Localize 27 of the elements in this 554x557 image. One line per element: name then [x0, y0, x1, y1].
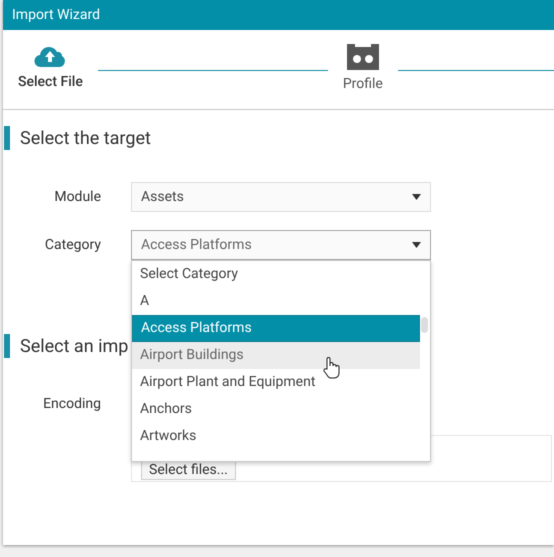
- section-heading: Select an imp: [20, 334, 128, 358]
- select-value: Access Platforms: [141, 236, 252, 254]
- caret-icon: [412, 194, 421, 200]
- select-value: Assets: [141, 188, 184, 206]
- section-heading: Select the target: [20, 126, 151, 150]
- dropdown-option[interactable]: Airport Plant and Equipment: [132, 369, 420, 396]
- window-title: Import Wizard: [12, 6, 100, 24]
- field-label: Category: [44, 236, 101, 254]
- scrollbar-thumb: [421, 317, 428, 333]
- caret-icon: [412, 242, 421, 248]
- cloud-upload-icon: [34, 44, 66, 68]
- dropdown-option[interactable]: Artworks: [132, 423, 420, 450]
- dropdown-option[interactable]: Access Platforms: [132, 315, 420, 342]
- cassette-icon: [346, 44, 379, 70]
- dropdown-select[interactable]: Assets: [131, 182, 431, 212]
- field-label: Module: [53, 188, 101, 206]
- dropdown-option[interactable]: Anchors: [132, 396, 420, 423]
- field-label: Encoding: [42, 395, 101, 414]
- dropdown-option[interactable]: A: [132, 288, 420, 315]
- wizard-step[interactable]: Profile: [328, 44, 398, 95]
- dropdown-select[interactable]: Access Platforms: [131, 230, 431, 260]
- hand-cursor-icon: [322, 357, 340, 379]
- dropdown-option[interactable]: Select Category: [132, 261, 420, 288]
- section-accent-bar: [4, 334, 10, 358]
- wizard-step[interactable]: Select File: [3, 44, 98, 93]
- dropdown-option[interactable]: Airport Buildings: [132, 342, 420, 369]
- section-accent-bar: [4, 126, 10, 150]
